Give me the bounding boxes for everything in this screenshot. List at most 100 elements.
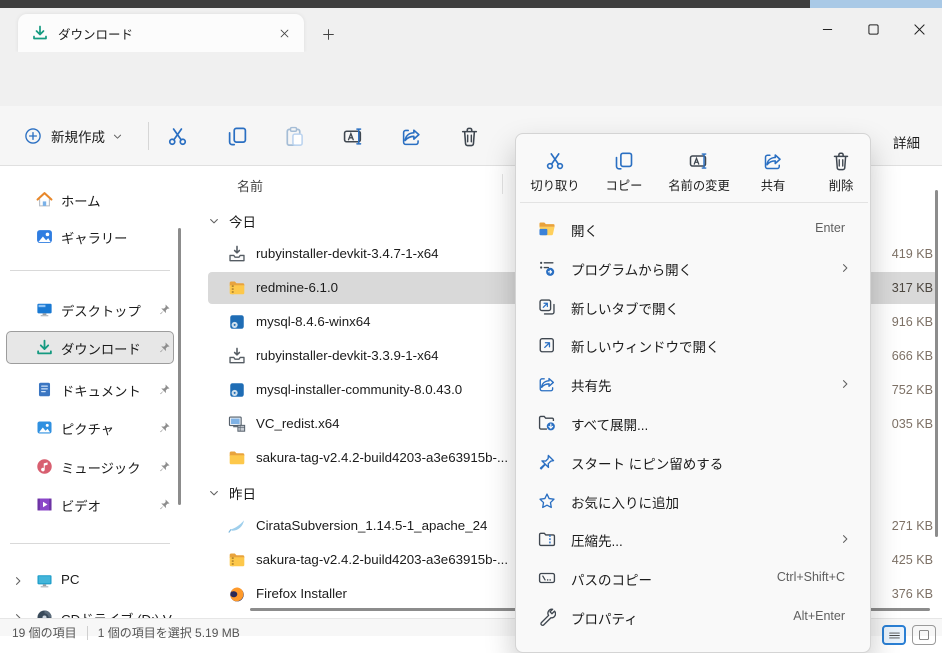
pin-icon <box>158 421 171 434</box>
sidebar-item-label: ピクチャ <box>61 419 114 438</box>
toolbar-divider <box>148 122 149 150</box>
documents-icon <box>36 381 53 398</box>
menu-item-label: プロパティ <box>571 608 638 628</box>
large-icons-view-button[interactable] <box>912 625 936 645</box>
sidebar-item-label: ホーム <box>61 191 101 210</box>
pin-start-icon <box>538 453 556 471</box>
new-tab-icon <box>538 298 556 316</box>
file-size: 376 KB <box>892 587 933 601</box>
sidebar-item-videos[interactable]: ビデオ <box>0 488 186 522</box>
delete-button[interactable] <box>449 118 489 154</box>
sidebar-item-label: ギャラリー <box>61 228 127 247</box>
copy-path-icon <box>538 569 556 587</box>
copy-button[interactable] <box>217 118 257 154</box>
menu-command-rename[interactable]: 名前の変更 <box>662 144 736 200</box>
pin-icon <box>158 303 171 316</box>
videos-icon <box>36 496 53 513</box>
sidebar-item-gallery[interactable]: ギャラリー <box>0 220 186 254</box>
sidebar-item-label: PC <box>61 572 79 587</box>
menu-item-compress[interactable]: 圧縮先... <box>521 520 867 558</box>
maximize-button[interactable] <box>850 10 896 48</box>
file-list-vertical-scrollbar[interactable] <box>935 190 938 537</box>
paste-button[interactable] <box>274 118 314 154</box>
sidebar-scrollbar[interactable] <box>178 228 181 505</box>
menu-item-share[interactable]: 共有先 <box>521 365 867 403</box>
selection-info: 1 個の項目を選択 5.19 MB <box>98 624 240 641</box>
installer-icon <box>228 245 246 263</box>
cut-icon <box>167 126 188 147</box>
sidebar-divider <box>10 270 170 271</box>
sidebar-item-download[interactable]: ダウンロード <box>0 331 186 365</box>
file-name: CirataSubversion_1.14.5-1_apache_24 <box>256 518 487 533</box>
menu-item-extract[interactable]: すべて展開... <box>521 404 867 442</box>
delete-icon <box>831 151 851 171</box>
sidebar-item-documents[interactable]: ドキュメント <box>0 373 186 407</box>
sidebar-item-desktop[interactable]: デスクトップ <box>0 293 186 327</box>
column-divider[interactable] <box>502 174 503 194</box>
share-button[interactable] <box>391 118 431 154</box>
sidebar-item-pictures[interactable]: ピクチャ <box>0 411 186 445</box>
file-name: rubyinstaller-devkit-3.4.7-1-x64 <box>256 246 439 261</box>
extract-icon <box>538 414 556 432</box>
expand-chevron-icon[interactable] <box>12 575 24 587</box>
menu-command-cut[interactable]: 切り取り <box>524 144 586 200</box>
file-name: VC_redist.x64 <box>256 416 340 431</box>
menu-command-delete[interactable]: 削除 <box>814 144 868 200</box>
new-window-icon <box>538 336 556 354</box>
submenu-chevron-icon <box>839 533 851 545</box>
delete-icon <box>459 126 480 147</box>
menu-item-label: 共有先 <box>571 375 612 395</box>
menu-item-shortcut: Ctrl+Shift+C <box>777 570 845 584</box>
minimize-button[interactable] <box>804 10 850 48</box>
menu-item-copy-path[interactable]: パスのコピーCtrl+Shift+C <box>521 559 867 597</box>
details-pane-label[interactable]: 詳細 <box>893 132 920 152</box>
menu-item-pin-start[interactable]: スタート にピン留めする <box>521 443 867 481</box>
new-item-button[interactable]: 新規作成 <box>16 120 131 152</box>
menu-item-open-with[interactable]: プログラムから開く <box>521 249 867 287</box>
menu-item-properties[interactable]: プロパティAlt+Enter <box>521 598 867 636</box>
mysql-icon <box>228 381 246 399</box>
copy-icon <box>227 126 248 147</box>
column-header-name[interactable]: 名前 <box>237 176 263 195</box>
details-view-button[interactable] <box>882 625 906 645</box>
file-name: sakura-tag-v2.4.2-build4203-a3e63915b-..… <box>256 552 508 567</box>
sidebar-item-music[interactable]: ミュージック <box>0 450 186 484</box>
menu-item-label: 開く <box>571 220 598 240</box>
status-divider <box>87 626 88 640</box>
menu-command-label: 名前の変更 <box>668 176 730 194</box>
sidebar-item-home[interactable]: ホーム <box>0 183 186 217</box>
tab-close-button[interactable] <box>272 21 296 45</box>
pc-icon <box>36 572 53 589</box>
menu-item-label: 圧縮先... <box>571 530 623 550</box>
file-group-header[interactable]: 今日 <box>208 204 256 237</box>
menu-item-label: プログラムから開く <box>571 259 692 279</box>
menu-item-label: お気に入りに追加 <box>571 492 679 512</box>
tab-bar: ダウンロード <box>0 8 942 52</box>
file-name: mysql-installer-community-8.0.43.0 <box>256 382 462 397</box>
file-group-label: 今日 <box>229 211 256 231</box>
menu-command-share[interactable]: 共有 <box>742 144 804 200</box>
menu-command-copy[interactable]: コピー <box>593 144 655 200</box>
cut-button[interactable] <box>157 118 197 154</box>
close-button[interactable] <box>896 10 942 48</box>
details-view-icon <box>888 629 901 642</box>
pin-icon <box>158 498 171 511</box>
rename-button[interactable] <box>333 118 373 154</box>
file-size: 419 KB <box>892 247 933 261</box>
minimize-icon <box>822 24 833 35</box>
menu-item-new-tab[interactable]: 新しいタブで開く <box>521 288 867 326</box>
pin-icon <box>158 383 171 396</box>
tab-downloads[interactable]: ダウンロード <box>18 14 304 52</box>
chevron-down-icon <box>112 131 123 142</box>
tab-title: ダウンロード <box>58 24 272 43</box>
new-tab-button[interactable] <box>316 22 340 46</box>
menu-item-label: すべて展開... <box>571 414 648 434</box>
menu-item-open-folder[interactable]: 開く Enter <box>521 210 867 248</box>
installer-icon <box>228 347 246 365</box>
file-group-header[interactable]: 昨日 <box>208 476 256 509</box>
sidebar-item-pc[interactable]: PC <box>0 564 186 598</box>
menu-item-new-window[interactable]: 新しいウィンドウで開く <box>521 326 867 364</box>
navigation-bar: ❯ ダウンロード ❯ ダウンロードの検索 <box>0 52 942 106</box>
menu-item-shortcut: Enter <box>815 221 845 235</box>
menu-item-favorite[interactable]: お気に入りに追加 <box>521 482 867 520</box>
